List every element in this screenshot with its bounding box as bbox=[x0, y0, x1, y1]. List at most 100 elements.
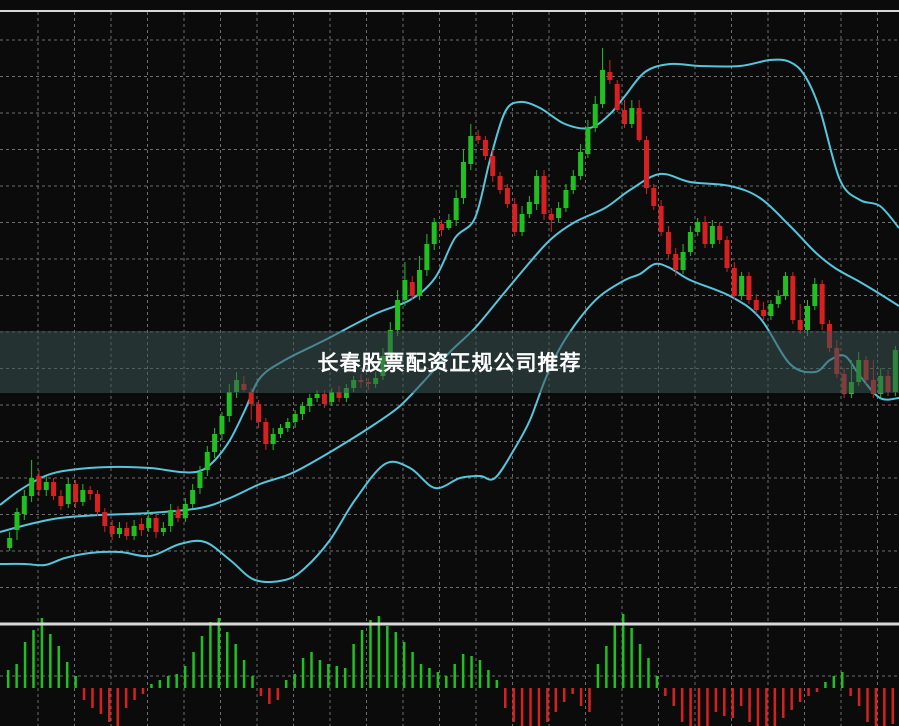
candle-body bbox=[321, 394, 327, 404]
candle-body bbox=[607, 72, 613, 80]
candle bbox=[175, 506, 181, 522]
candle-body bbox=[109, 526, 115, 534]
candle bbox=[614, 80, 620, 112]
candle bbox=[307, 394, 313, 412]
candle bbox=[519, 206, 525, 236]
candle bbox=[695, 218, 701, 236]
candle-body bbox=[622, 110, 628, 124]
candle-body bbox=[409, 282, 415, 296]
candle-body bbox=[797, 320, 803, 330]
candle-body bbox=[417, 270, 423, 296]
candle bbox=[724, 236, 730, 272]
candle-body bbox=[424, 244, 430, 270]
bollinger-bands bbox=[0, 58, 899, 583]
candle bbox=[256, 400, 262, 428]
candle-body bbox=[270, 434, 276, 444]
candle-body bbox=[299, 406, 305, 414]
candle bbox=[131, 520, 137, 540]
candle bbox=[7, 532, 13, 551]
candle bbox=[73, 480, 79, 508]
candle bbox=[58, 490, 64, 510]
candle-body bbox=[673, 254, 679, 270]
candle bbox=[285, 418, 291, 432]
candle bbox=[687, 226, 693, 256]
candle-body bbox=[490, 156, 496, 176]
candle bbox=[109, 520, 115, 540]
candle-body bbox=[812, 284, 818, 306]
candle bbox=[534, 170, 540, 210]
candle-body bbox=[329, 392, 335, 402]
candle-body bbox=[146, 518, 152, 528]
candle-body bbox=[541, 176, 547, 214]
candle bbox=[482, 136, 488, 160]
candle-body bbox=[402, 280, 408, 300]
candle bbox=[775, 290, 781, 308]
candle-body bbox=[687, 232, 693, 252]
candle-body bbox=[658, 206, 664, 232]
candle-body bbox=[153, 518, 159, 532]
candle bbox=[36, 470, 42, 496]
candle bbox=[709, 220, 715, 248]
candle bbox=[14, 508, 20, 540]
candle bbox=[585, 120, 591, 158]
candle-body bbox=[58, 496, 64, 506]
candle-body bbox=[805, 306, 811, 330]
candle bbox=[651, 184, 657, 210]
candle bbox=[124, 522, 130, 540]
candle bbox=[563, 184, 569, 212]
candle bbox=[504, 184, 510, 208]
candle-body bbox=[285, 422, 291, 428]
candle-body bbox=[629, 108, 635, 124]
candle-body bbox=[746, 276, 752, 300]
chart-stage: 长春股票配资正规公司推荐 bbox=[0, 0, 899, 726]
candle bbox=[783, 272, 789, 300]
candle-body bbox=[160, 528, 166, 532]
candle-body bbox=[761, 310, 767, 316]
candle-body bbox=[709, 226, 715, 244]
candle-body bbox=[819, 284, 825, 324]
candle-body bbox=[695, 222, 701, 232]
candle-body bbox=[468, 136, 474, 164]
candle-body bbox=[768, 304, 774, 316]
candle-body bbox=[51, 482, 57, 496]
candle bbox=[453, 190, 459, 226]
candle bbox=[739, 272, 745, 300]
candle bbox=[592, 96, 598, 132]
candle-body bbox=[138, 524, 144, 530]
candle bbox=[460, 150, 466, 204]
candle bbox=[746, 272, 752, 304]
candle bbox=[65, 478, 71, 508]
candle bbox=[402, 262, 408, 306]
candle bbox=[94, 490, 100, 516]
candle-body bbox=[453, 198, 459, 220]
candle-body bbox=[277, 428, 283, 434]
candle-body bbox=[717, 226, 723, 240]
candle bbox=[277, 424, 283, 438]
candle-body bbox=[263, 422, 269, 444]
candle bbox=[812, 278, 818, 310]
candle-body bbox=[475, 136, 481, 140]
candle-body bbox=[190, 490, 196, 504]
candle bbox=[658, 200, 664, 236]
candle-body bbox=[636, 108, 642, 140]
candle bbox=[556, 202, 562, 222]
candle-body bbox=[175, 510, 181, 518]
candle-body bbox=[512, 204, 518, 232]
candle bbox=[51, 478, 57, 500]
candle-body bbox=[307, 398, 313, 406]
candle bbox=[702, 216, 708, 248]
candle-body bbox=[592, 104, 598, 128]
candle-body bbox=[680, 252, 686, 270]
candle-body bbox=[790, 276, 796, 320]
candle-body bbox=[226, 392, 232, 416]
candle-body bbox=[702, 222, 708, 244]
candle bbox=[636, 100, 642, 142]
candle-body bbox=[65, 484, 71, 504]
candle-body bbox=[124, 528, 130, 536]
candle-body bbox=[102, 512, 108, 526]
candle bbox=[190, 484, 196, 508]
candle bbox=[731, 262, 737, 300]
candle bbox=[526, 196, 532, 218]
candle bbox=[431, 218, 437, 250]
candle bbox=[21, 490, 27, 520]
